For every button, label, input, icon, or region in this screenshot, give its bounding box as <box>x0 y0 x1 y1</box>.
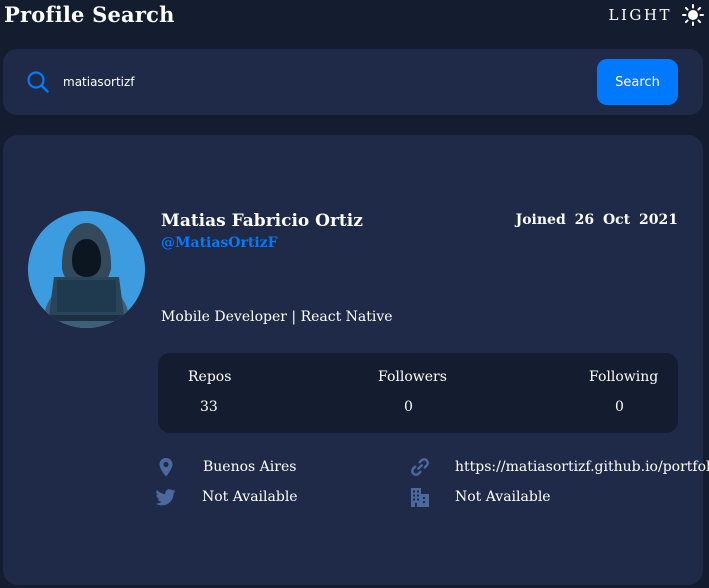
blog-link[interactable]: https://matiasortizf.github.io/portfolio… <box>455 459 709 475</box>
location-text: Buenos Aires <box>203 459 297 475</box>
stats-panel: Repos 33 Followers 0 Following 0 <box>158 353 678 433</box>
company-text: Not Available <box>455 489 551 505</box>
twitter-icon <box>156 489 176 506</box>
profile-card: Matias Fabricio Ortiz @MatiasOrtizF Join… <box>3 135 709 585</box>
company-icon <box>411 488 429 507</box>
following-label: Following <box>589 369 659 385</box>
hooded-hacker-avatar <box>28 211 145 328</box>
twitter-text: Not Available <box>202 489 298 505</box>
theme-toggle[interactable]: LIGHT <box>609 4 704 26</box>
location-icon <box>159 458 173 477</box>
followers-count: 0 <box>404 399 413 415</box>
followers-label: Followers <box>378 369 447 385</box>
profile-bio: Mobile Developer | React Native <box>161 309 393 325</box>
theme-toggle-label: LIGHT <box>608 6 672 24</box>
repos-count: 33 <box>200 399 218 415</box>
sun-icon <box>682 4 704 26</box>
joined-date: Joined 26 Oct 2021 <box>515 212 678 228</box>
following-count: 0 <box>615 399 624 415</box>
search-bar: Search <box>3 49 703 115</box>
profile-login-link[interactable]: @MatiasOrtizF <box>161 235 278 251</box>
profile-name: Matias Fabricio Ortiz <box>161 211 363 231</box>
search-input[interactable] <box>63 69 563 95</box>
avatar <box>28 211 145 328</box>
link-icon <box>411 458 429 476</box>
app-title: Profile Search <box>4 2 175 27</box>
search-button[interactable]: Search <box>597 59 678 105</box>
repos-label: Repos <box>188 369 232 385</box>
search-icon <box>27 71 49 93</box>
